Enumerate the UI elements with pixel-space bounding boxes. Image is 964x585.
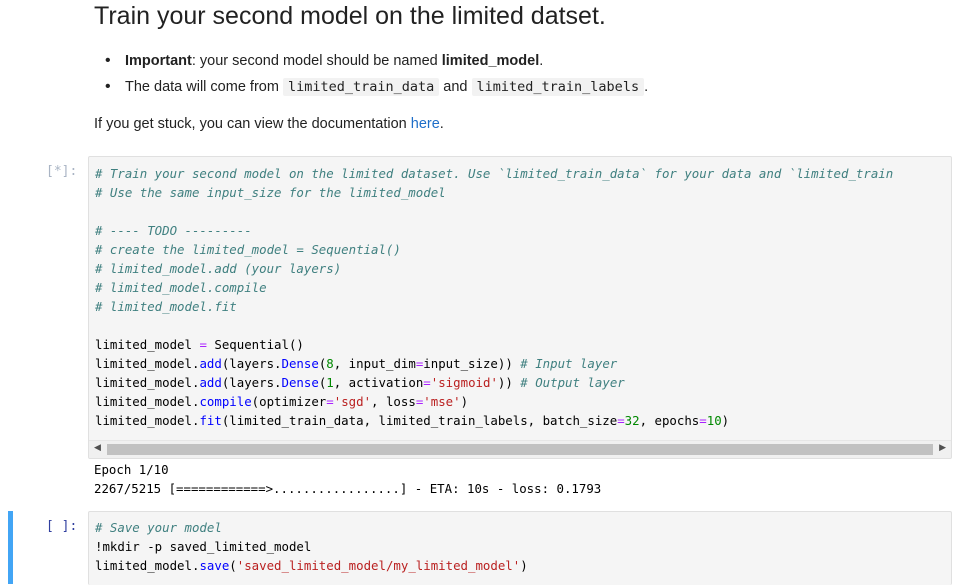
code-token: 'sgd'	[333, 394, 372, 409]
code-token: 8	[326, 356, 334, 371]
code-line: # limited_model.add (your layers)	[95, 261, 342, 276]
code-token: , activation	[333, 375, 424, 390]
code-token: )	[520, 558, 528, 573]
code-token: 'saved_limited_model/my_limited_model'	[236, 558, 521, 573]
code-token: (layers.	[221, 375, 282, 390]
code-token: =	[326, 394, 334, 409]
horizontal-scrollbar[interactable]: ◀ ▶	[89, 440, 951, 458]
help-paragraph: If you get stuck, you can view the docum…	[94, 116, 444, 132]
code-token: (layers.	[221, 356, 282, 371]
code-token: ))	[497, 375, 521, 390]
code-editor[interactable]: # Train your second model on the limited…	[88, 156, 952, 459]
code-line: # Save your model	[95, 520, 222, 535]
code-text[interactable]: # Train your second model on the limited…	[89, 157, 951, 430]
code-token: , input_dim	[333, 356, 416, 371]
code-token: 'sigmoid'	[430, 375, 498, 390]
bullet-text: The data will come from	[125, 79, 283, 95]
code-token: fit	[199, 413, 222, 428]
code-text[interactable]: # Save your model !mkdir -p saved_limite…	[89, 512, 951, 575]
instruction-list: Important: your second model should be n…	[94, 48, 648, 100]
code-token: (optimizer	[251, 394, 327, 409]
code-token: (limited_train_data, limited_train_label…	[221, 413, 618, 428]
code-token: (	[229, 558, 237, 573]
list-item: Important: your second model should be n…	[94, 48, 648, 74]
code-token: limited_model.	[95, 394, 200, 409]
code-line: # Train your second model on the limited…	[95, 166, 894, 181]
progress-output-line: 2267/5215 [============>................…	[94, 481, 602, 496]
code-token: save	[199, 558, 230, 573]
selected-cell-indicator	[8, 511, 13, 584]
documentation-link[interactable]: here	[411, 116, 440, 132]
code-token: add	[199, 356, 222, 371]
section-heading: Train your second model on the limited d…	[94, 2, 606, 30]
output-line: Epoch 1/10	[94, 462, 169, 477]
list-item: The data will come from limited_train_da…	[94, 74, 648, 100]
code-token: add	[199, 375, 222, 390]
cell-output: Epoch 1/10 2267/5215 [============>.....…	[94, 460, 601, 498]
code-token: 1	[326, 375, 334, 390]
code-token: Dense	[281, 375, 319, 390]
code-line: # limited_model.fit	[95, 299, 237, 314]
code-token: limited_model.	[95, 356, 200, 371]
code-token: Sequential()	[206, 337, 304, 352]
model-name: limited_model	[441, 53, 540, 69]
scroll-left-icon[interactable]: ◀	[94, 442, 101, 453]
code-token: , loss	[371, 394, 416, 409]
bullet-end: .	[539, 53, 544, 69]
code-token: =	[423, 375, 431, 390]
scroll-right-icon[interactable]: ▶	[939, 442, 946, 453]
code-token: =	[617, 413, 625, 428]
code-token: Dense	[281, 356, 319, 371]
code-token: )	[460, 394, 469, 409]
bullet-end: .	[644, 79, 649, 95]
code-line: !mkdir -p saved_limited_model	[95, 539, 312, 554]
code-editor[interactable]: # Save your model !mkdir -p saved_limite…	[88, 511, 952, 585]
code-token: # Input layer	[520, 356, 618, 371]
code-token: =	[199, 337, 207, 352]
help-text-end: .	[439, 116, 444, 132]
inline-code: limited_train_labels	[471, 78, 645, 96]
code-token: # Output layer	[520, 375, 625, 390]
cell-prompt: [*]:	[46, 164, 78, 179]
inline-code: limited_train_data	[282, 78, 440, 96]
important-label: Important	[125, 53, 192, 69]
code-token: limited_model.	[95, 413, 200, 428]
code-line: # create the limited_model = Sequential(…	[95, 242, 401, 257]
code-token: 10	[706, 413, 722, 428]
code-line: # Use the same input_size for the limite…	[95, 185, 446, 200]
code-token: limited_model.	[95, 375, 200, 390]
bullet-text: : your second model should be named	[191, 53, 442, 69]
code-token: =	[699, 413, 707, 428]
code-token: limited_model.	[95, 558, 200, 573]
code-line: # ---- TODO ---------	[95, 223, 252, 238]
code-token: 'mse'	[423, 394, 461, 409]
cell-prompt: [ ]:	[46, 519, 78, 534]
code-token: input_size))	[423, 356, 521, 371]
help-text: If you get stuck, you can view the docum…	[94, 116, 411, 132]
code-token: limited_model	[95, 337, 200, 352]
code-token: 32	[624, 413, 640, 428]
code-token: , epochs	[639, 413, 700, 428]
bullet-text: and	[439, 79, 472, 95]
code-line: # limited_model.compile	[95, 280, 267, 295]
code-token: )	[721, 413, 730, 428]
scrollbar-thumb[interactable]	[107, 444, 933, 455]
code-token: compile	[199, 394, 252, 409]
